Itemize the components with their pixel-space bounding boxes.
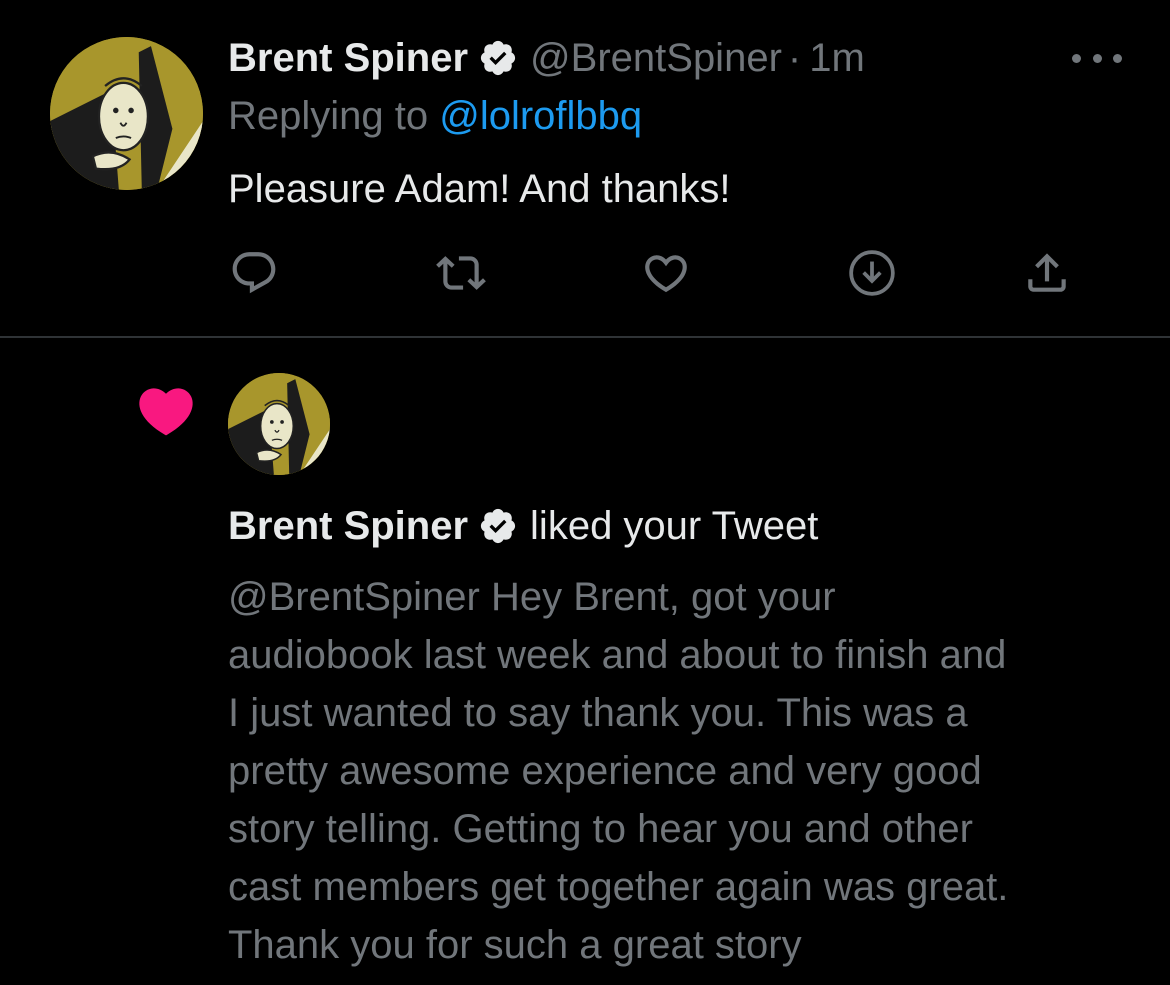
avatar-cartoon-image <box>228 373 330 475</box>
share-icon[interactable] <box>1022 248 1072 298</box>
display-name[interactable]: Brent Spiner <box>228 36 468 81</box>
verified-badge-icon <box>478 38 518 78</box>
replying-to-line: Replying to @lolroflbbq <box>228 94 642 139</box>
avatar-cartoon-image <box>50 37 203 190</box>
retweet-icon[interactable] <box>436 248 486 298</box>
more-dot <box>1113 53 1122 63</box>
more-dot <box>1072 53 1081 63</box>
display-name[interactable]: Brent Spiner <box>228 504 468 549</box>
avatar[interactable] <box>228 373 330 475</box>
like-notification[interactable]: Brent Spiner liked your Tweet @BrentSpin… <box>0 338 1170 985</box>
verified-badge-icon <box>478 506 518 546</box>
replying-prefix: Replying to <box>228 94 440 138</box>
liked-tweet-text[interactable]: @BrentSpiner Hey Brent, got your audiobo… <box>228 568 1128 974</box>
notification-action-text: liked your Tweet <box>530 503 819 548</box>
reply-icon[interactable] <box>229 248 279 298</box>
tweet-header: Brent Spiner @BrentSpiner · 1m <box>228 34 865 82</box>
more-dot <box>1092 53 1102 63</box>
avatar[interactable] <box>50 37 203 190</box>
tweet-timestamp[interactable]: 1m <box>809 36 865 81</box>
tweet-text: Pleasure Adam! And thanks! <box>228 167 731 211</box>
download-circle-icon[interactable] <box>847 248 897 298</box>
replying-to-mention[interactable]: @lolroflbbq <box>439 94 642 138</box>
heart-filled-icon <box>134 379 198 443</box>
heart-outline-icon[interactable] <box>641 248 691 298</box>
notification-line: Brent Spiner liked your Tweet <box>228 502 818 550</box>
more-options-icon[interactable] <box>1068 40 1126 76</box>
separator-dot: · <box>787 35 802 80</box>
tweet[interactable]: Brent Spiner @BrentSpiner · 1m Replying … <box>0 0 1170 338</box>
user-handle[interactable]: @BrentSpiner <box>530 36 782 81</box>
